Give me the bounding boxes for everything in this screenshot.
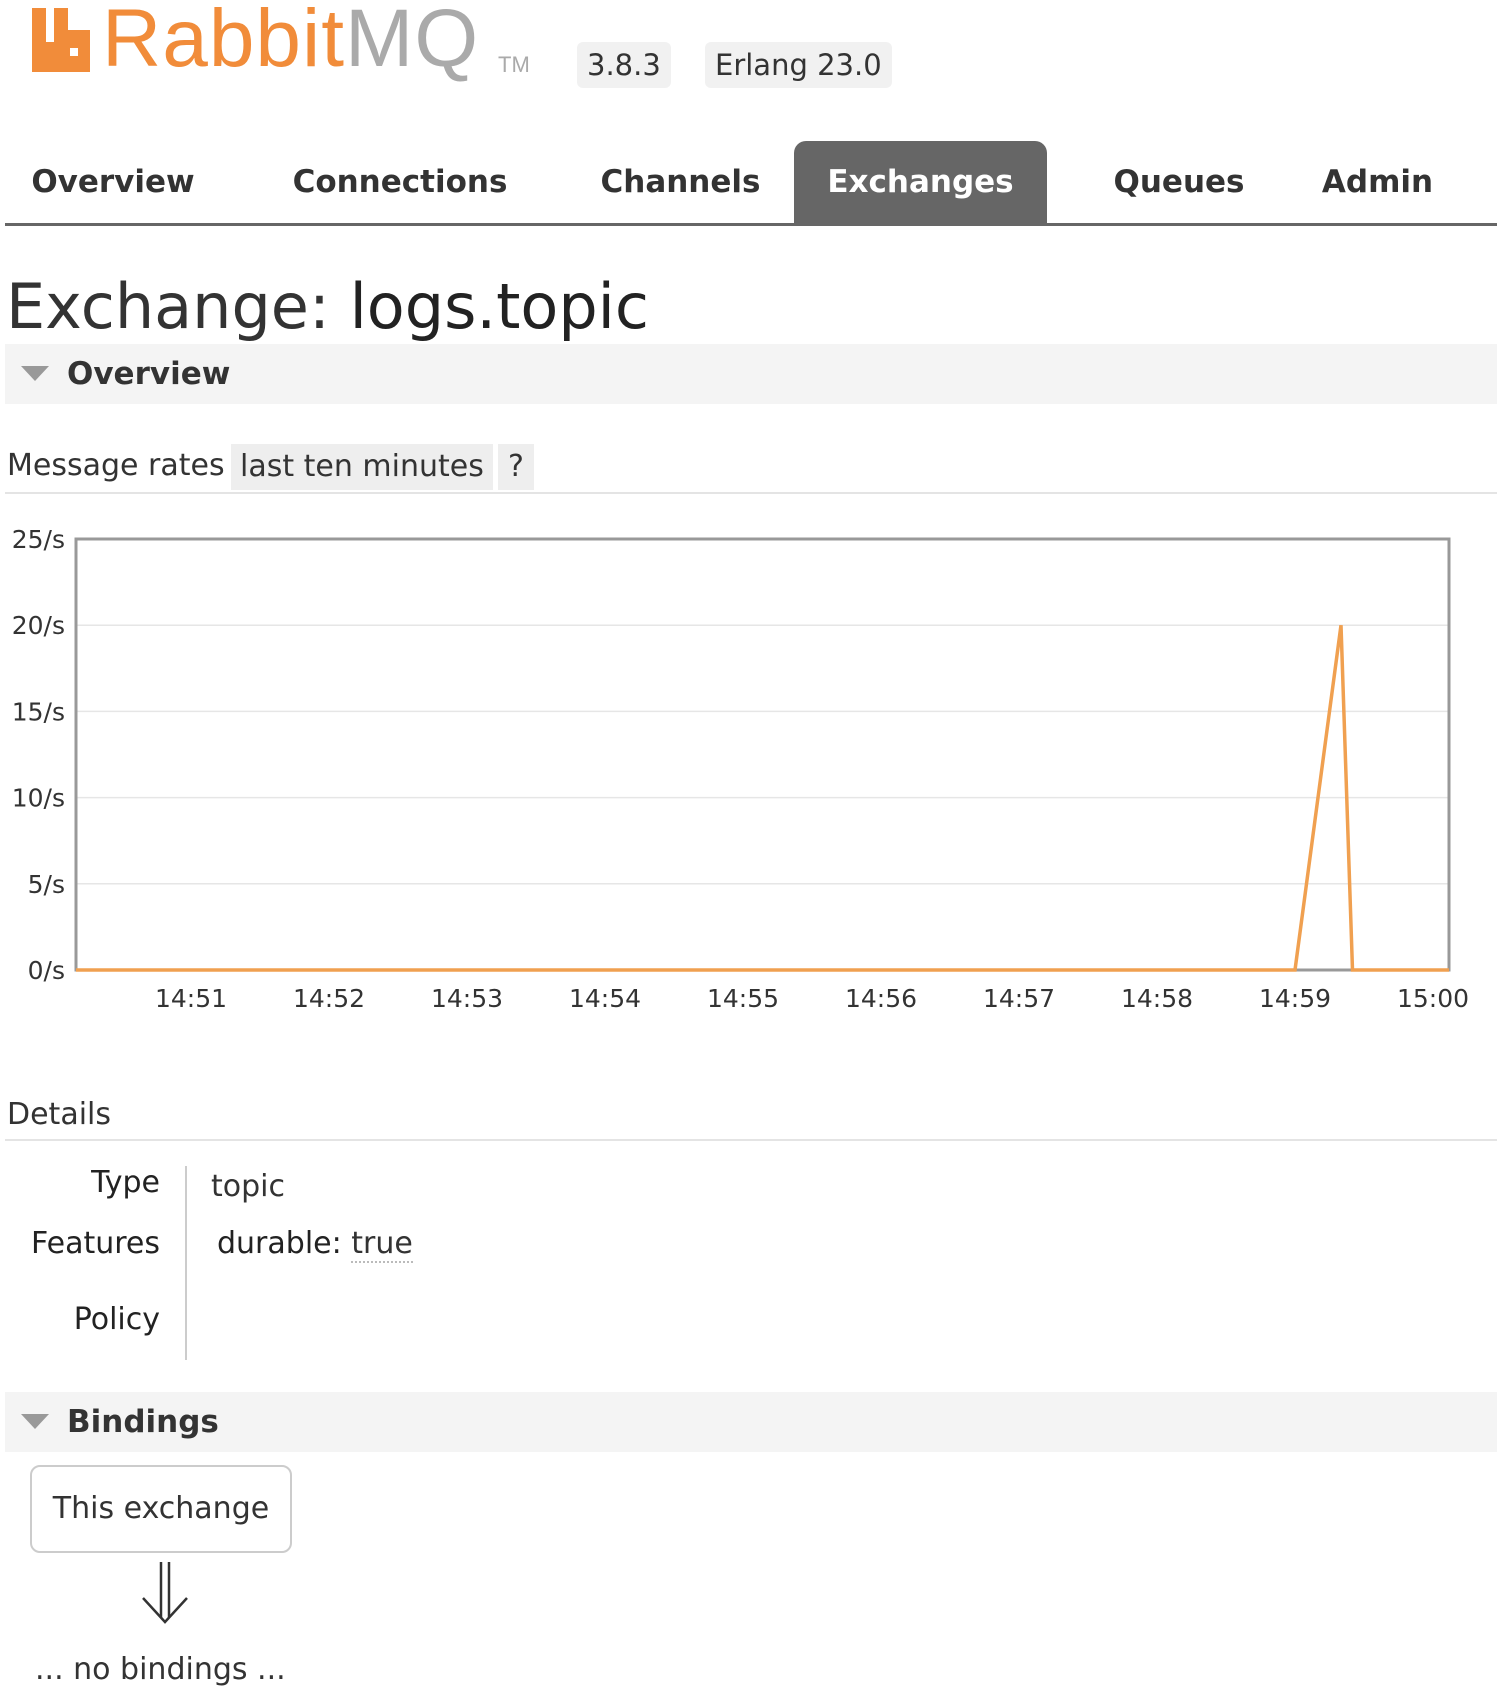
y-tick-label: 10/s xyxy=(12,784,65,813)
feature-durable-value: true xyxy=(351,1226,413,1263)
help-button[interactable]: ? xyxy=(498,444,534,490)
x-tick-label: 14:52 xyxy=(293,984,365,1013)
x-tick-label: 14:56 xyxy=(845,984,917,1013)
y-tick-label: 25/s xyxy=(12,525,65,554)
features-key: Features xyxy=(31,1226,160,1261)
feature-item: durable: true xyxy=(217,1226,413,1263)
x-tick-label: 14:54 xyxy=(569,984,641,1013)
trademark-mark: TM xyxy=(498,52,530,77)
this-exchange-box: This exchange xyxy=(30,1465,292,1553)
details-heading: Details xyxy=(5,1097,1497,1141)
message-rates-label: Message rates xyxy=(7,448,225,483)
y-tick-label: 15/s xyxy=(12,697,65,726)
tab-channels[interactable]: Channels xyxy=(573,141,788,223)
page-title: Exchange: logs.topic xyxy=(6,270,649,343)
rabbitmq-logo-icon xyxy=(32,8,90,72)
x-tick-label: 14:55 xyxy=(707,984,779,1013)
plot-area xyxy=(76,539,1449,970)
erlang-version-badge: Erlang 23.0 xyxy=(705,42,892,88)
collapse-triangle-icon xyxy=(21,1414,49,1429)
time-range-selector[interactable]: last ten minutes xyxy=(231,444,493,490)
x-tick-label: 14:59 xyxy=(1259,984,1331,1013)
message-rates-header: Message rates last ten minutes ? xyxy=(5,442,1497,494)
policy-key: Policy xyxy=(73,1302,160,1337)
overview-section-toggle[interactable]: Overview xyxy=(5,344,1497,404)
message-rates-chart: 25/s 20/s 15/s 10/s 5/s 0/s 14:51 14:52 14:53 14:… xyxy=(12,525,1469,1013)
x-tick-label: 14:51 xyxy=(155,984,227,1013)
x-tick-label: 14:58 xyxy=(1121,984,1193,1013)
page-title-label: Exchange: xyxy=(6,270,330,343)
logo-wordmark: RabbitMQ xyxy=(102,0,480,84)
rabbitmq-version-badge: 3.8.3 xyxy=(577,42,671,88)
x-tick-label: 15:00 xyxy=(1397,984,1469,1013)
details-divider xyxy=(185,1166,187,1360)
type-key: Type xyxy=(91,1165,160,1200)
y-tick-label: 5/s xyxy=(28,870,65,899)
tab-queues[interactable]: Queues xyxy=(1085,141,1273,223)
x-tick-label: 14:57 xyxy=(983,984,1055,1013)
y-tick-label: 0/s xyxy=(28,956,65,985)
main-nav: Overview Connections Channels Exchanges … xyxy=(5,141,1497,226)
bindings-section-title: Bindings xyxy=(67,1404,219,1440)
tab-overview[interactable]: Overview xyxy=(13,141,213,223)
x-tick-label: 14:53 xyxy=(431,984,503,1013)
tab-connections[interactable]: Connections xyxy=(275,141,525,223)
collapse-triangle-icon xyxy=(21,366,49,381)
tab-admin[interactable]: Admin xyxy=(1295,141,1460,223)
down-arrow-icon xyxy=(142,1562,188,1624)
y-tick-label: 20/s xyxy=(12,611,65,640)
no-bindings-text: ... no bindings ... xyxy=(35,1652,286,1687)
chart-grid xyxy=(76,539,1449,970)
feature-durable-key: durable: xyxy=(217,1226,342,1261)
tab-exchanges[interactable]: Exchanges xyxy=(794,141,1047,223)
bindings-section-toggle[interactable]: Bindings xyxy=(5,1392,1497,1452)
details-heading-text: Details xyxy=(7,1097,112,1132)
exchange-name: logs.topic xyxy=(349,270,649,343)
overview-section-title: Overview xyxy=(67,356,231,392)
type-value: topic xyxy=(211,1169,285,1204)
